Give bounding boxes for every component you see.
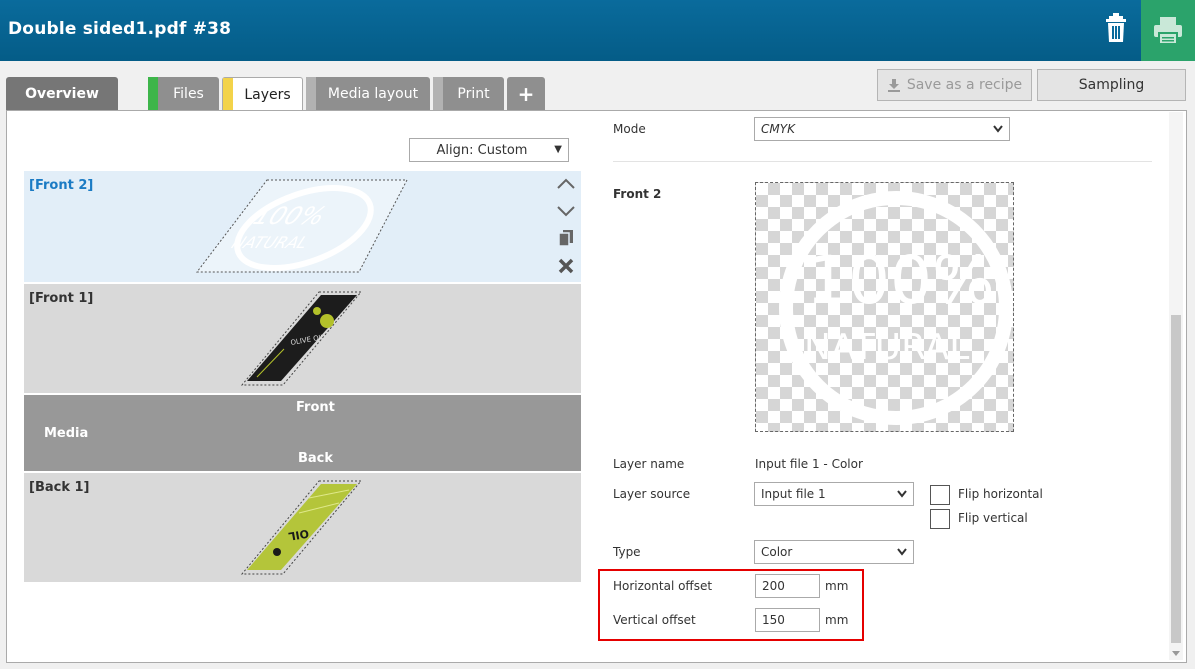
type-select[interactable]: Color xyxy=(754,540,914,564)
media-block: Front Media Back xyxy=(24,395,581,471)
app-header: Double sided1.pdf #38 xyxy=(0,0,1195,61)
svg-text:100%: 100% xyxy=(806,242,995,319)
layer-preview: 100% NATURAL xyxy=(755,182,1014,432)
tab-files[interactable]: Files xyxy=(148,77,219,110)
scrollbar-thumb[interactable] xyxy=(1171,315,1181,643)
flip-vertical-checkbox[interactable] xyxy=(930,509,950,529)
caret-down-icon: ▼ xyxy=(554,144,562,155)
svg-text:NATURAL: NATURAL xyxy=(229,233,312,252)
mode-select[interactable]: CMYK xyxy=(754,117,1010,141)
move-down-icon[interactable] xyxy=(556,205,576,219)
align-select[interactable]: Align: Custom ▼ xyxy=(409,138,569,162)
scroll-down-icon[interactable] xyxy=(1171,650,1181,658)
vertical-offset-input[interactable]: 150 xyxy=(755,608,820,632)
document-title: Double sided1.pdf #38 xyxy=(8,19,232,39)
chevron-down-icon xyxy=(897,548,907,556)
media-front-label: Front xyxy=(296,400,335,415)
layer-front-2[interactable]: [Front 2] 100% NATURAL xyxy=(24,171,581,282)
tab-media-layout[interactable]: Media layout xyxy=(306,77,430,110)
tab-layers[interactable]: Layers xyxy=(222,77,303,111)
save-as-recipe-button[interactable]: Save as a recipe xyxy=(877,69,1032,101)
front-2-thumbnail: 100% NATURAL xyxy=(195,179,408,273)
sampling-button[interactable]: Sampling xyxy=(1037,69,1186,101)
type-label: Type xyxy=(613,545,641,559)
layer-source-label: Layer source xyxy=(613,487,691,501)
back-1-thumbnail: OIL xyxy=(240,480,363,575)
vertical-offset-label: Vertical offset xyxy=(613,613,696,627)
layer-back-1[interactable]: [Back 1] OIL xyxy=(24,473,581,582)
section-title: Front 2 xyxy=(613,187,662,201)
copy-icon[interactable] xyxy=(556,229,576,247)
printer-icon xyxy=(1154,16,1182,45)
files-color-stripe xyxy=(148,77,158,110)
front-1-thumbnail: OLIVE OIL xyxy=(240,291,363,386)
delete-icon[interactable] xyxy=(557,257,575,275)
flip-horizontal-label: Flip horizontal xyxy=(958,487,1043,501)
flip-vertical-label: Flip vertical xyxy=(958,511,1028,525)
horizontal-offset-label: Horizontal offset xyxy=(613,579,713,593)
layer-front-1[interactable]: [Front 1] OLIVE OIL xyxy=(24,284,581,393)
layers-color-stripe xyxy=(223,78,233,111)
divider xyxy=(613,161,1152,162)
print-button[interactable] xyxy=(1141,0,1195,61)
flip-horizontal-checkbox[interactable] xyxy=(930,485,950,505)
layer-name-label: Layer name xyxy=(613,457,685,471)
download-icon xyxy=(887,79,900,92)
tab-add[interactable]: + xyxy=(507,77,545,110)
vertical-offset-unit: mm xyxy=(825,613,849,627)
media-label: Media xyxy=(44,426,89,441)
move-up-icon[interactable] xyxy=(556,176,576,190)
svg-text:NATURAL: NATURAL xyxy=(804,327,969,368)
tab-print[interactable]: Print xyxy=(433,77,504,110)
tab-overview[interactable]: Overview xyxy=(6,77,118,110)
horizontal-offset-unit: mm xyxy=(825,579,849,593)
chevron-down-icon xyxy=(993,125,1003,133)
trash-icon[interactable] xyxy=(1100,12,1132,44)
print-color-stripe xyxy=(433,77,443,110)
layer-source-select[interactable]: Input file 1 xyxy=(754,482,914,506)
media-back-label: Back xyxy=(298,451,334,466)
chevron-down-icon xyxy=(897,490,907,498)
layer-name-value: Input file 1 - Color xyxy=(755,457,863,471)
svg-text:100%: 100% xyxy=(249,202,330,230)
mode-label: Mode xyxy=(613,122,646,136)
media-layout-color-stripe xyxy=(306,77,316,110)
horizontal-offset-input[interactable]: 200 xyxy=(755,574,820,598)
